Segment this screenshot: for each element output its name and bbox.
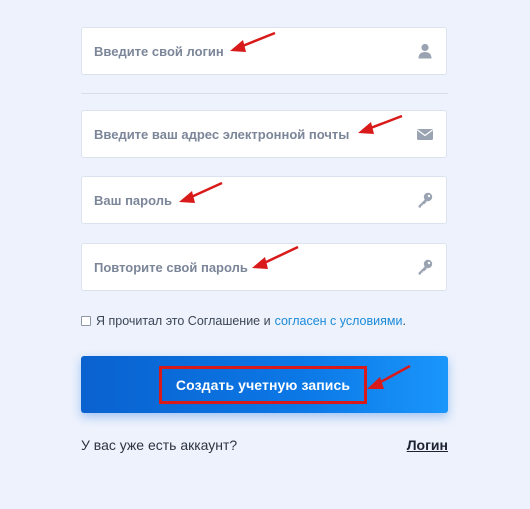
registration-form: Я прочитал это Соглашение и согласен с у… [0,0,530,509]
login-link[interactable]: Логин [407,437,448,453]
have-account-text: У вас уже есть аккаунт? [81,437,238,453]
agreement-text: Я прочитал это Соглашение и [96,314,271,328]
password-input[interactable] [82,177,446,223]
agreement-checkbox[interactable] [81,316,91,326]
password-repeat-input[interactable] [82,244,446,290]
key-icon [418,192,433,208]
email-field[interactable] [81,110,447,158]
password-field[interactable] [81,176,447,224]
terms-link[interactable]: согласен с условиями [275,314,403,328]
divider [81,93,448,94]
create-account-label[interactable]: Создать учетную запись [159,366,367,404]
key-icon [418,259,433,275]
agreement-row: Я прочитал это Соглашение и согласен с у… [81,313,406,329]
envelope-icon [417,129,433,140]
agreement-tail: . [402,314,406,328]
login-field[interactable] [81,27,447,75]
password-repeat-field[interactable] [81,243,447,291]
email-input[interactable] [82,111,446,157]
user-icon [418,43,432,59]
login-input[interactable] [82,28,446,74]
